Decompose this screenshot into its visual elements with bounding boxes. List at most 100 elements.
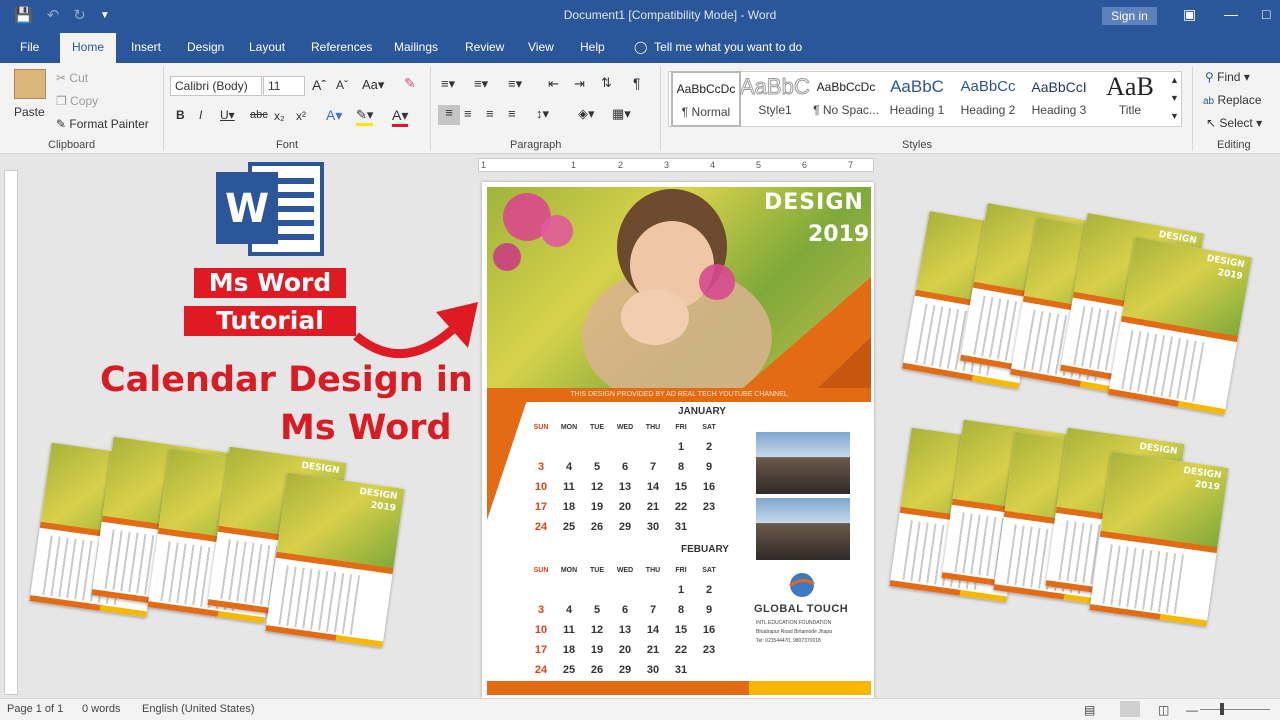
word-count[interactable]: 0 words	[82, 703, 121, 715]
justify-icon[interactable]: ≡	[508, 106, 516, 121]
language-indicator[interactable]: English (United States)	[142, 703, 255, 715]
increase-indent-icon[interactable]: ⇥	[574, 76, 585, 92]
status-bar: Page 1 of 1 0 words English (United Stat…	[0, 698, 1280, 720]
shading-icon[interactable]: ◈▾	[578, 106, 595, 122]
ribbon-tabs: File Home Insert Design Layout Reference…	[0, 32, 1280, 63]
tab-review[interactable]: Review	[465, 40, 504, 54]
select-button[interactable]: ↖ Select ▾	[1206, 116, 1262, 130]
grow-font-icon[interactable]: Aˆ	[312, 77, 326, 93]
align-left-icon[interactable]: ≡	[438, 105, 460, 125]
tab-insert[interactable]: Insert	[131, 40, 161, 54]
ms-word-badge: Ms Word	[194, 268, 346, 298]
week-row: 10 11 12 13 14 15 16	[527, 620, 723, 640]
read-mode-icon[interactable]: ▤	[1084, 703, 1095, 717]
paste-icon[interactable]	[14, 69, 46, 99]
web-layout-icon[interactable]: ◫	[1158, 703, 1169, 717]
cursor-icon: ↖	[1206, 116, 1217, 130]
tell-me-box[interactable]: ◯ Tell me what you want to do	[634, 40, 802, 54]
ruler-tick: 1	[481, 160, 487, 170]
style-normal[interactable]: AaBbCcDc ¶ Normal	[671, 71, 741, 127]
date-cell: 23	[702, 501, 716, 513]
superscript-icon[interactable]: x²	[296, 109, 306, 123]
sign-in-button[interactable]: Sign in	[1102, 7, 1157, 25]
vertical-ruler[interactable]	[4, 170, 18, 695]
format-painter-button[interactable]: ✎ Format Painter	[56, 117, 149, 131]
shrink-font-icon[interactable]: Aˇ	[336, 78, 348, 92]
borders-icon[interactable]: ▦▾	[612, 106, 631, 122]
align-right-icon[interactable]: ≡	[486, 106, 494, 121]
date-cell: 3	[537, 461, 545, 473]
change-case-icon[interactable]: Aa▾	[362, 77, 384, 93]
style-no-spacing[interactable]: AaBbCcDc ¶ No Spac...	[811, 71, 881, 127]
company-subtitle: INTL EDUCATION FOUNDATION	[756, 620, 832, 626]
date-cell: 21	[646, 644, 660, 656]
tab-view[interactable]: View	[528, 40, 554, 54]
italic-icon[interactable]: I	[199, 108, 202, 122]
style-style1[interactable]: AaBbCc Style1	[740, 71, 810, 127]
maximize-icon[interactable]: □	[1262, 6, 1270, 22]
zoom-slider-thumb[interactable]	[1220, 703, 1224, 715]
tab-home[interactable]: Home	[60, 33, 117, 63]
zoom-slider[interactable]	[1200, 709, 1270, 710]
date-cell: 22	[674, 501, 688, 513]
bullets-icon[interactable]: ≡▾	[441, 76, 455, 92]
find-button[interactable]: ⚲ Find ▾	[1205, 70, 1250, 84]
strikethrough-icon[interactable]: abc	[250, 109, 268, 121]
tab-file[interactable]: File	[20, 40, 39, 54]
zoom-out-icon[interactable]: —	[1186, 703, 1198, 717]
highlight-icon[interactable]: ✎▾	[356, 107, 374, 126]
date-cell: 24	[534, 664, 548, 676]
tab-design[interactable]: Design	[187, 40, 224, 54]
sort-icon[interactable]: ⇅	[601, 75, 612, 91]
replace-button[interactable]: ab Replace	[1203, 93, 1262, 107]
search-icon: ⚲	[1205, 70, 1214, 84]
globe-logo-icon	[789, 573, 815, 597]
copy-button[interactable]: ❐ Copy	[56, 94, 98, 108]
decrease-indent-icon[interactable]: ⇤	[548, 76, 559, 92]
font-name-combo[interactable]: Calibri (Body)	[170, 76, 262, 96]
subscript-icon[interactable]: x₂	[274, 109, 285, 123]
font-size-combo[interactable]: 11	[263, 76, 305, 96]
week-row: 24 25 26 29 30 31	[527, 660, 723, 680]
date-cell: 13	[618, 624, 632, 636]
date-cell: 31	[674, 664, 688, 676]
underline-icon[interactable]: U▾	[220, 108, 235, 122]
clear-formatting-icon[interactable]: ✎	[404, 75, 416, 92]
line-spacing-icon[interactable]: ↕▾	[536, 106, 549, 122]
tab-mailings[interactable]: Mailings	[394, 40, 438, 54]
minimize-icon[interactable]: —	[1224, 6, 1238, 22]
multilevel-list-icon[interactable]: ≡▾	[508, 76, 522, 92]
ribbon-display-options-icon[interactable]: ▣	[1183, 6, 1196, 23]
styles-more-icon[interactable]: ▼	[1170, 111, 1179, 121]
date-cell: 9	[705, 604, 713, 616]
style-title[interactable]: AaB Title	[1095, 71, 1165, 127]
date-cell: 29	[618, 664, 632, 676]
numbering-icon[interactable]: ≡▾	[474, 76, 488, 92]
style-heading-3[interactable]: AaBbCcI Heading 3	[1024, 71, 1094, 127]
date-cell: 20	[618, 644, 632, 656]
font-color-icon[interactable]: A▾	[392, 107, 409, 127]
align-center-icon[interactable]: ≡	[464, 106, 472, 121]
horizontal-ruler[interactable]: 1 1 2 3 4 5 6 7	[478, 158, 874, 172]
date-cell: 8	[677, 461, 685, 473]
tab-references[interactable]: References	[311, 40, 372, 54]
date-cell: 14	[646, 624, 660, 636]
building-photo-1	[756, 432, 850, 494]
tab-layout[interactable]: Layout	[249, 40, 285, 54]
style-heading-1[interactable]: AaBbC Heading 1	[882, 71, 952, 127]
styles-scroll-up-icon[interactable]: ▲	[1170, 75, 1179, 85]
calendar-title: DESIGN	[764, 190, 864, 215]
print-layout-icon[interactable]	[1120, 701, 1140, 717]
bold-icon[interactable]: B	[176, 108, 185, 122]
tab-help[interactable]: Help	[580, 40, 605, 54]
document-page[interactable]: DESIGN 2019 THIS DESIGN PROVIDED BY AD R…	[482, 182, 874, 698]
styles-scroll-down-icon[interactable]: ▼	[1170, 93, 1179, 103]
date-cell: 26	[590, 664, 604, 676]
text-effects-icon[interactable]: A▾	[326, 107, 342, 124]
style-heading-2[interactable]: AaBbCc Heading 2	[953, 71, 1023, 127]
show-hide-icon[interactable]: ¶	[633, 75, 641, 91]
paste-button[interactable]: Paste	[14, 105, 45, 119]
day-header: SUN	[533, 423, 549, 431]
page-count[interactable]: Page 1 of 1	[7, 703, 63, 715]
cut-button[interactable]: ✂ Cut	[56, 71, 88, 85]
